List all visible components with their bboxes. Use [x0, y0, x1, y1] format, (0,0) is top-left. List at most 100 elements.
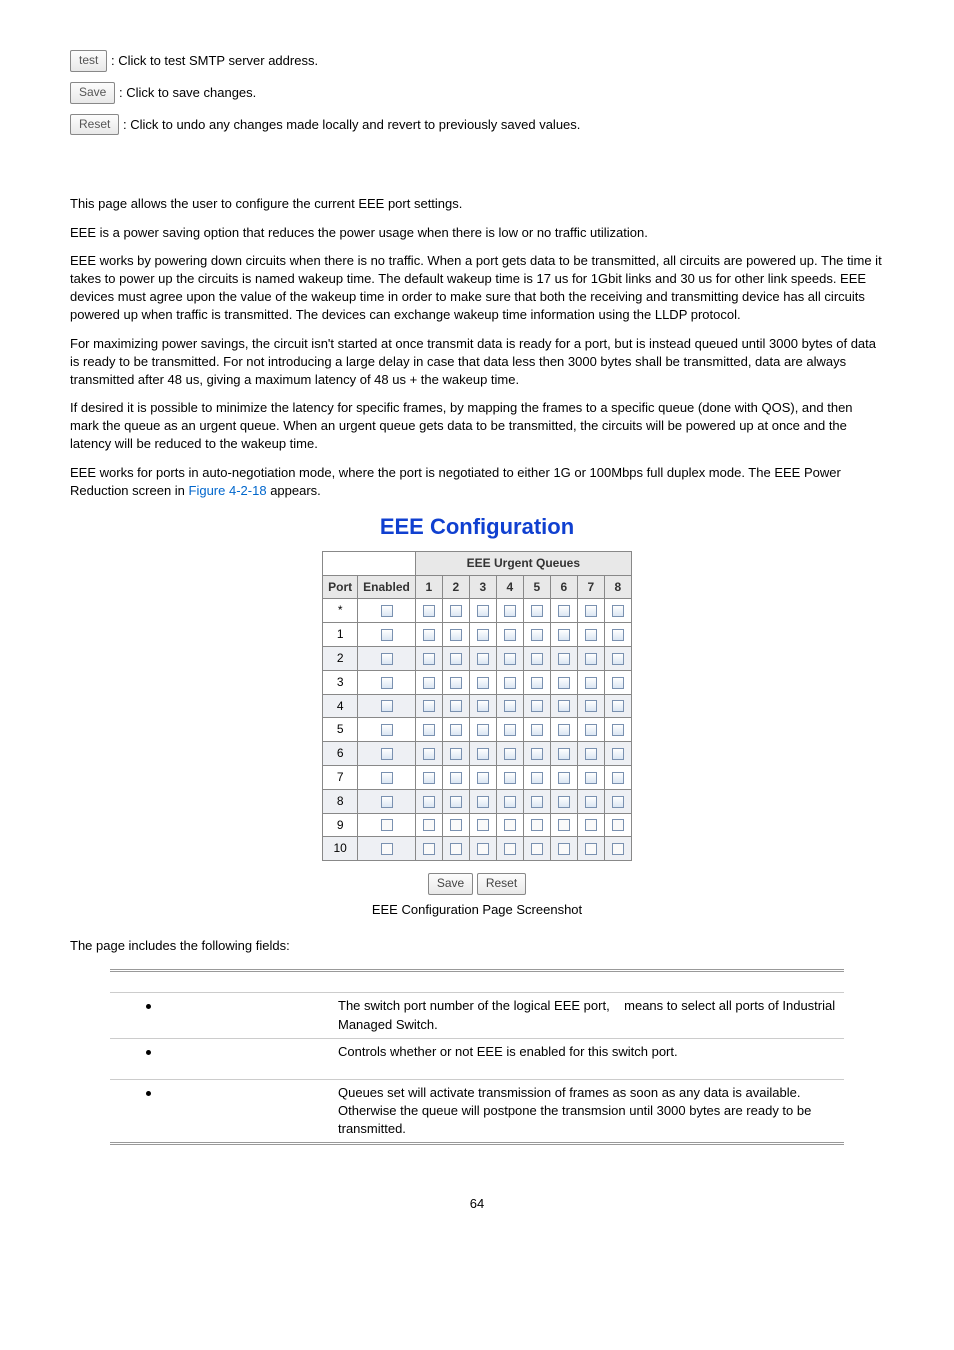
checkbox[interactable] [477, 748, 489, 760]
checkbox[interactable] [558, 796, 570, 808]
checkbox[interactable] [558, 843, 570, 855]
checkbox[interactable] [585, 796, 597, 808]
checkbox[interactable] [558, 629, 570, 641]
checkbox[interactable] [612, 796, 624, 808]
checkbox[interactable] [531, 700, 543, 712]
checkbox[interactable] [558, 819, 570, 831]
checkbox[interactable] [423, 748, 435, 760]
checkbox[interactable] [504, 629, 516, 641]
checkbox[interactable] [612, 748, 624, 760]
checkbox[interactable] [612, 605, 624, 617]
checkbox[interactable] [504, 748, 516, 760]
checkbox[interactable] [558, 677, 570, 689]
checkbox[interactable] [558, 700, 570, 712]
checkbox[interactable] [585, 700, 597, 712]
checkbox[interactable] [477, 653, 489, 665]
checkbox[interactable] [477, 772, 489, 784]
checkbox[interactable] [450, 772, 462, 784]
checkbox[interactable] [585, 677, 597, 689]
checkbox[interactable] [585, 605, 597, 617]
checkbox[interactable] [381, 629, 393, 641]
checkbox[interactable] [531, 796, 543, 808]
checkbox[interactable] [450, 748, 462, 760]
checkbox[interactable] [558, 724, 570, 736]
checkbox[interactable] [423, 653, 435, 665]
checkbox[interactable] [423, 724, 435, 736]
checkbox[interactable] [477, 629, 489, 641]
checkbox[interactable] [585, 724, 597, 736]
checkbox[interactable] [612, 772, 624, 784]
checkbox[interactable] [558, 653, 570, 665]
save-button-fig[interactable]: Save [428, 873, 473, 895]
checkbox[interactable] [558, 748, 570, 760]
checkbox[interactable] [612, 843, 624, 855]
checkbox[interactable] [381, 605, 393, 617]
checkbox[interactable] [450, 796, 462, 808]
checkbox[interactable] [450, 843, 462, 855]
checkbox[interactable] [423, 677, 435, 689]
checkbox[interactable] [477, 819, 489, 831]
checkbox[interactable] [585, 819, 597, 831]
checkbox[interactable] [504, 724, 516, 736]
checkbox[interactable] [450, 629, 462, 641]
checkbox[interactable] [504, 653, 516, 665]
checkbox[interactable] [423, 843, 435, 855]
checkbox[interactable] [477, 700, 489, 712]
checkbox[interactable] [504, 843, 516, 855]
checkbox[interactable] [585, 748, 597, 760]
checkbox[interactable] [423, 796, 435, 808]
checkbox[interactable] [381, 700, 393, 712]
reset-button-top[interactable]: Reset [70, 114, 119, 136]
checkbox[interactable] [585, 629, 597, 641]
checkbox[interactable] [504, 700, 516, 712]
checkbox[interactable] [423, 700, 435, 712]
reset-button-fig[interactable]: Reset [477, 873, 526, 895]
checkbox[interactable] [585, 653, 597, 665]
checkbox[interactable] [477, 843, 489, 855]
checkbox[interactable] [381, 843, 393, 855]
checkbox[interactable] [450, 677, 462, 689]
checkbox[interactable] [504, 819, 516, 831]
checkbox[interactable] [612, 700, 624, 712]
checkbox[interactable] [477, 724, 489, 736]
checkbox[interactable] [450, 700, 462, 712]
checkbox[interactable] [531, 653, 543, 665]
checkbox[interactable] [381, 772, 393, 784]
checkbox[interactable] [477, 677, 489, 689]
checkbox[interactable] [531, 772, 543, 784]
checkbox[interactable] [381, 677, 393, 689]
checkbox[interactable] [381, 653, 393, 665]
checkbox[interactable] [531, 677, 543, 689]
checkbox[interactable] [450, 605, 462, 617]
checkbox[interactable] [531, 605, 543, 617]
checkbox[interactable] [585, 772, 597, 784]
checkbox[interactable] [612, 819, 624, 831]
checkbox[interactable] [531, 629, 543, 641]
checkbox[interactable] [531, 819, 543, 831]
checkbox[interactable] [585, 843, 597, 855]
checkbox[interactable] [381, 819, 393, 831]
checkbox[interactable] [381, 724, 393, 736]
checkbox[interactable] [504, 605, 516, 617]
checkbox[interactable] [612, 653, 624, 665]
checkbox[interactable] [381, 748, 393, 760]
checkbox[interactable] [531, 843, 543, 855]
checkbox[interactable] [423, 819, 435, 831]
checkbox[interactable] [477, 796, 489, 808]
checkbox[interactable] [612, 724, 624, 736]
checkbox[interactable] [450, 819, 462, 831]
save-button-top[interactable]: Save [70, 82, 115, 104]
test-button[interactable]: test [70, 50, 107, 72]
checkbox[interactable] [504, 677, 516, 689]
checkbox[interactable] [612, 629, 624, 641]
checkbox[interactable] [423, 605, 435, 617]
checkbox[interactable] [531, 748, 543, 760]
checkbox[interactable] [423, 772, 435, 784]
checkbox[interactable] [423, 629, 435, 641]
checkbox[interactable] [504, 772, 516, 784]
checkbox[interactable] [477, 605, 489, 617]
checkbox[interactable] [612, 677, 624, 689]
checkbox[interactable] [531, 724, 543, 736]
checkbox[interactable] [450, 653, 462, 665]
checkbox[interactable] [450, 724, 462, 736]
